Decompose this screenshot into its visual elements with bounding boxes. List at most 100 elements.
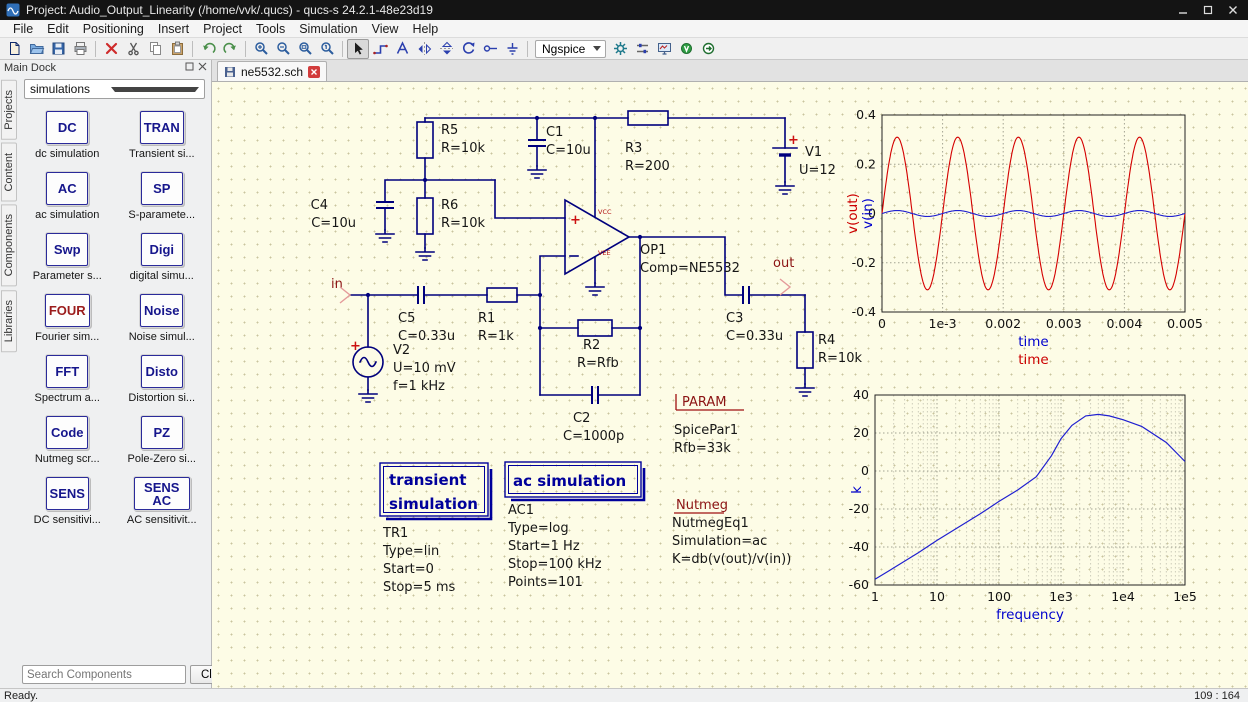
redo-icon[interactable] bbox=[219, 39, 241, 59]
paste-icon[interactable] bbox=[166, 39, 188, 59]
svg-text:R6: R6 bbox=[441, 198, 458, 213]
document-tabbar: ne5532.sch bbox=[212, 60, 1248, 82]
svg-text:C=10u: C=10u bbox=[546, 143, 591, 158]
insert-wire-icon[interactable] bbox=[369, 39, 391, 59]
component-item[interactable]: Swp Parameter s... bbox=[21, 233, 113, 282]
dock-close-icon[interactable] bbox=[198, 62, 207, 74]
component-item[interactable]: FOUR Fourier sim... bbox=[21, 294, 113, 343]
dock-tab[interactable]: Content bbox=[1, 142, 17, 202]
dock-float-icon[interactable] bbox=[185, 62, 194, 74]
resistor-R2[interactable]: R2 R=Rfb bbox=[577, 319, 619, 371]
simulate-icon[interactable] bbox=[609, 39, 631, 59]
status-message: Ready. bbox=[4, 689, 39, 702]
zoom-out-icon[interactable] bbox=[272, 39, 294, 59]
insert-ground-icon[interactable] bbox=[501, 39, 523, 59]
tab-close-icon[interactable] bbox=[308, 65, 321, 78]
menu-item[interactable]: Help bbox=[405, 21, 445, 37]
dock-tab[interactable]: Projects bbox=[1, 80, 17, 140]
insert-port-icon[interactable] bbox=[479, 39, 501, 59]
rotate-icon[interactable] bbox=[457, 39, 479, 59]
menu-item[interactable]: View bbox=[365, 21, 406, 37]
save-icon[interactable] bbox=[47, 39, 69, 59]
menu-item[interactable]: Edit bbox=[40, 21, 76, 37]
component-item[interactable]: Noise Noise simul... bbox=[116, 294, 208, 343]
component-item[interactable]: Digi digital simu... bbox=[116, 233, 208, 282]
port-in[interactable]: in bbox=[331, 277, 352, 304]
current-probe-icon[interactable] bbox=[697, 39, 719, 59]
cut-icon[interactable] bbox=[122, 39, 144, 59]
component-item[interactable]: AC ac simulation bbox=[21, 172, 113, 221]
voltage-source-V2[interactable]: + V2 U=10 mV f=1 kHz bbox=[350, 339, 456, 394]
svg-text:-20: -20 bbox=[849, 501, 869, 516]
nutmeg-equation-block[interactable]: Nutmeg NutmegEq1 Simulation=ac K=db(v(ou… bbox=[672, 498, 791, 567]
component-item-icon: FOUR bbox=[44, 294, 90, 327]
menu-item[interactable]: Simulation bbox=[292, 21, 364, 37]
close-button[interactable] bbox=[1223, 2, 1242, 18]
resistor-R4[interactable]: R4 R=10k bbox=[796, 331, 862, 369]
resistor-R3[interactable]: R3 R=200 bbox=[625, 110, 670, 174]
frequency-response-plot[interactable]: 1 10 100 1e3 1e4 1e5 40 20 0 -20 -40 -60 frequency k bbox=[849, 387, 1197, 623]
toolbar-separator bbox=[95, 40, 96, 57]
category-select[interactable]: simulations bbox=[24, 79, 205, 99]
simulation-settings-icon[interactable] bbox=[631, 39, 653, 59]
component-item[interactable]: TRAN Transient si... bbox=[116, 111, 208, 160]
component-item-caption: S-paramete... bbox=[128, 209, 196, 221]
svg-text:Nutmeg: Nutmeg bbox=[676, 498, 728, 513]
dock-tab[interactable]: Libraries bbox=[1, 289, 17, 352]
new-file-icon[interactable] bbox=[3, 39, 25, 59]
svg-text:VEE: VEE bbox=[598, 249, 611, 257]
menu-item[interactable]: File bbox=[6, 21, 40, 37]
document-save-icon bbox=[225, 66, 235, 77]
display-data-icon[interactable] bbox=[653, 39, 675, 59]
transient-simulation-block[interactable]: transient simulation TR1 Type=lin Start=… bbox=[379, 462, 493, 595]
resistor-R1[interactable]: R1 R=1k bbox=[478, 287, 518, 344]
capacitor-C4[interactable]: C4 C=10u bbox=[311, 198, 394, 231]
menu-item[interactable]: Project bbox=[196, 21, 249, 37]
component-item-caption: ac simulation bbox=[35, 209, 100, 221]
select-arrow-icon[interactable] bbox=[347, 38, 369, 59]
zoom-in-icon[interactable] bbox=[250, 39, 272, 59]
schematic-canvas[interactable]: R5 R=10k C1 C=10u R3 R=200 + V1 U=12 C4 … bbox=[212, 82, 1248, 688]
voltage-probe-icon[interactable] bbox=[675, 39, 697, 59]
menu-item[interactable]: Positioning bbox=[76, 21, 151, 37]
svg-text:Stop=100 kHz: Stop=100 kHz bbox=[508, 557, 602, 572]
insert-label-icon[interactable] bbox=[391, 39, 413, 59]
zoom-original-icon[interactable] bbox=[316, 39, 338, 59]
resistor-R6[interactable]: R6 R=10k bbox=[416, 197, 485, 235]
delete-icon[interactable] bbox=[100, 39, 122, 59]
opamp-OP1[interactable]: + VCC VEE OP1 Comp=NE5532 bbox=[564, 198, 740, 276]
minimize-button[interactable] bbox=[1173, 2, 1192, 18]
copy-icon[interactable] bbox=[144, 39, 166, 59]
voltage-source-V1[interactable]: + V1 U=12 bbox=[772, 133, 836, 178]
maximize-button[interactable] bbox=[1198, 2, 1217, 18]
component-item[interactable]: FFT Spectrum a... bbox=[21, 355, 113, 404]
time-domain-plot[interactable]: 0 1e-3 0.002 0.003 0.004 0.0050.40.20-0.2-0.4… bbox=[845, 107, 1203, 368]
menu-item[interactable]: Tools bbox=[249, 21, 292, 37]
component-item[interactable]: SP S-paramete... bbox=[116, 172, 208, 221]
component-item[interactable]: Code Nutmeg scr... bbox=[21, 416, 113, 465]
menu-item[interactable]: Insert bbox=[151, 21, 196, 37]
svg-text:0: 0 bbox=[861, 463, 869, 478]
print-icon[interactable] bbox=[69, 39, 91, 59]
mirror-vertical-axis-icon[interactable] bbox=[413, 39, 435, 59]
dock-tab[interactable]: Components bbox=[1, 204, 17, 287]
engine-select[interactable]: Ngspice bbox=[535, 39, 607, 58]
ac-simulation-block[interactable]: ac simulation AC1 Type=log Start=1 Hz St… bbox=[504, 461, 646, 590]
open-file-icon[interactable] bbox=[25, 39, 47, 59]
component-item[interactable]: DC dc simulation bbox=[21, 111, 113, 160]
svg-text:R=10k: R=10k bbox=[818, 351, 862, 366]
spice-param-block[interactable]: PARAM SpicePar1 Rfb=33k bbox=[674, 394, 744, 456]
search-components-input[interactable] bbox=[22, 665, 186, 684]
port-out[interactable]: out bbox=[773, 256, 794, 296]
component-item[interactable]: SENS DC sensitivi... bbox=[21, 477, 113, 526]
svg-text:VCC: VCC bbox=[598, 208, 612, 216]
zoom-fit-icon[interactable] bbox=[294, 39, 316, 59]
mirror-horizontal-axis-icon[interactable] bbox=[435, 39, 457, 59]
resistor-R5[interactable]: R5 R=10k bbox=[416, 121, 485, 159]
document-tab[interactable]: ne5532.sch bbox=[217, 61, 328, 81]
component-item[interactable]: Disto Distortion si... bbox=[116, 355, 208, 404]
undo-icon[interactable] bbox=[197, 39, 219, 59]
component-item[interactable]: PZ Pole-Zero si... bbox=[116, 416, 208, 465]
component-item[interactable]: SENS AC AC sensitivit... bbox=[116, 477, 208, 526]
svg-text:R5: R5 bbox=[441, 123, 458, 138]
